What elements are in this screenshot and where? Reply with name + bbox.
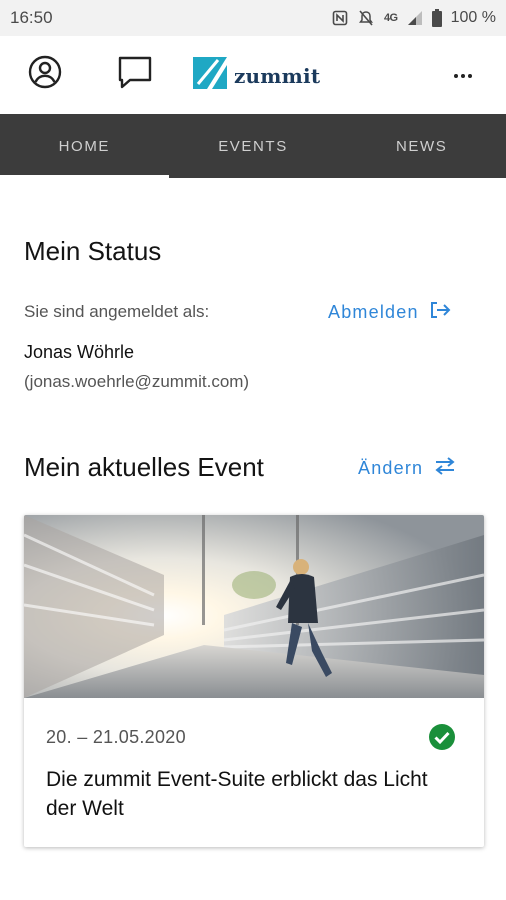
zummit-logo-mark <box>192 56 228 95</box>
event-date: 20. – 21.05.2020 <box>46 727 186 747</box>
tab-bar: HOME EVENTS NEWS <box>0 114 506 178</box>
status-section-title: Mein Status <box>24 236 162 266</box>
logout-icon <box>429 300 451 325</box>
tab-events[interactable]: EVENTS <box>169 114 338 178</box>
tab-news[interactable]: NEWS <box>337 114 506 178</box>
event-image <box>24 515 484 698</box>
user-email: (jonas.woehrle@zummit.com) <box>24 372 250 391</box>
status-icons: 4G 100 % <box>332 9 496 27</box>
change-event-link[interactable]: Ändern <box>358 456 457 481</box>
event-card[interactable]: 20. – 21.05.2020 Die zummit Event-Suite … <box>24 515 484 847</box>
nfc-icon <box>332 10 348 26</box>
logged-in-label: Sie sind angemeldet als: <box>24 302 210 321</box>
account-button[interactable] <box>25 54 65 94</box>
logo-text: zummit <box>234 63 321 88</box>
more-button[interactable] <box>448 64 478 88</box>
zummit-logo: zummit <box>192 56 320 95</box>
event-section-title: Mein aktuelles Event <box>24 452 264 482</box>
user-name: Jonas Wöhrle <box>24 342 135 362</box>
status-time: 16:50 <box>10 8 53 27</box>
check-circle-icon <box>428 723 456 751</box>
event-title: Die zummit Event-Suite erblickt das Lich… <box>46 768 428 820</box>
swap-icon <box>433 456 457 481</box>
network-4g-icon: 4G <box>383 12 398 24</box>
battery-icon <box>431 9 442 27</box>
logout-label: Abmelden <box>328 302 419 322</box>
change-label: Ändern <box>358 458 424 478</box>
status-bar: 16:50 4G 100 % <box>0 0 506 36</box>
logout-link[interactable]: Abmelden <box>328 300 451 325</box>
account-icon <box>27 54 63 95</box>
tab-home[interactable]: HOME <box>0 114 169 178</box>
app-bar: zummit <box>0 36 506 112</box>
mute-icon <box>357 9 375 27</box>
chat-button[interactable] <box>115 54 155 94</box>
more-icon <box>454 74 458 78</box>
signal-icon <box>407 10 423 26</box>
chat-icon <box>116 54 154 95</box>
battery-percentage: 100 % <box>450 9 496 26</box>
